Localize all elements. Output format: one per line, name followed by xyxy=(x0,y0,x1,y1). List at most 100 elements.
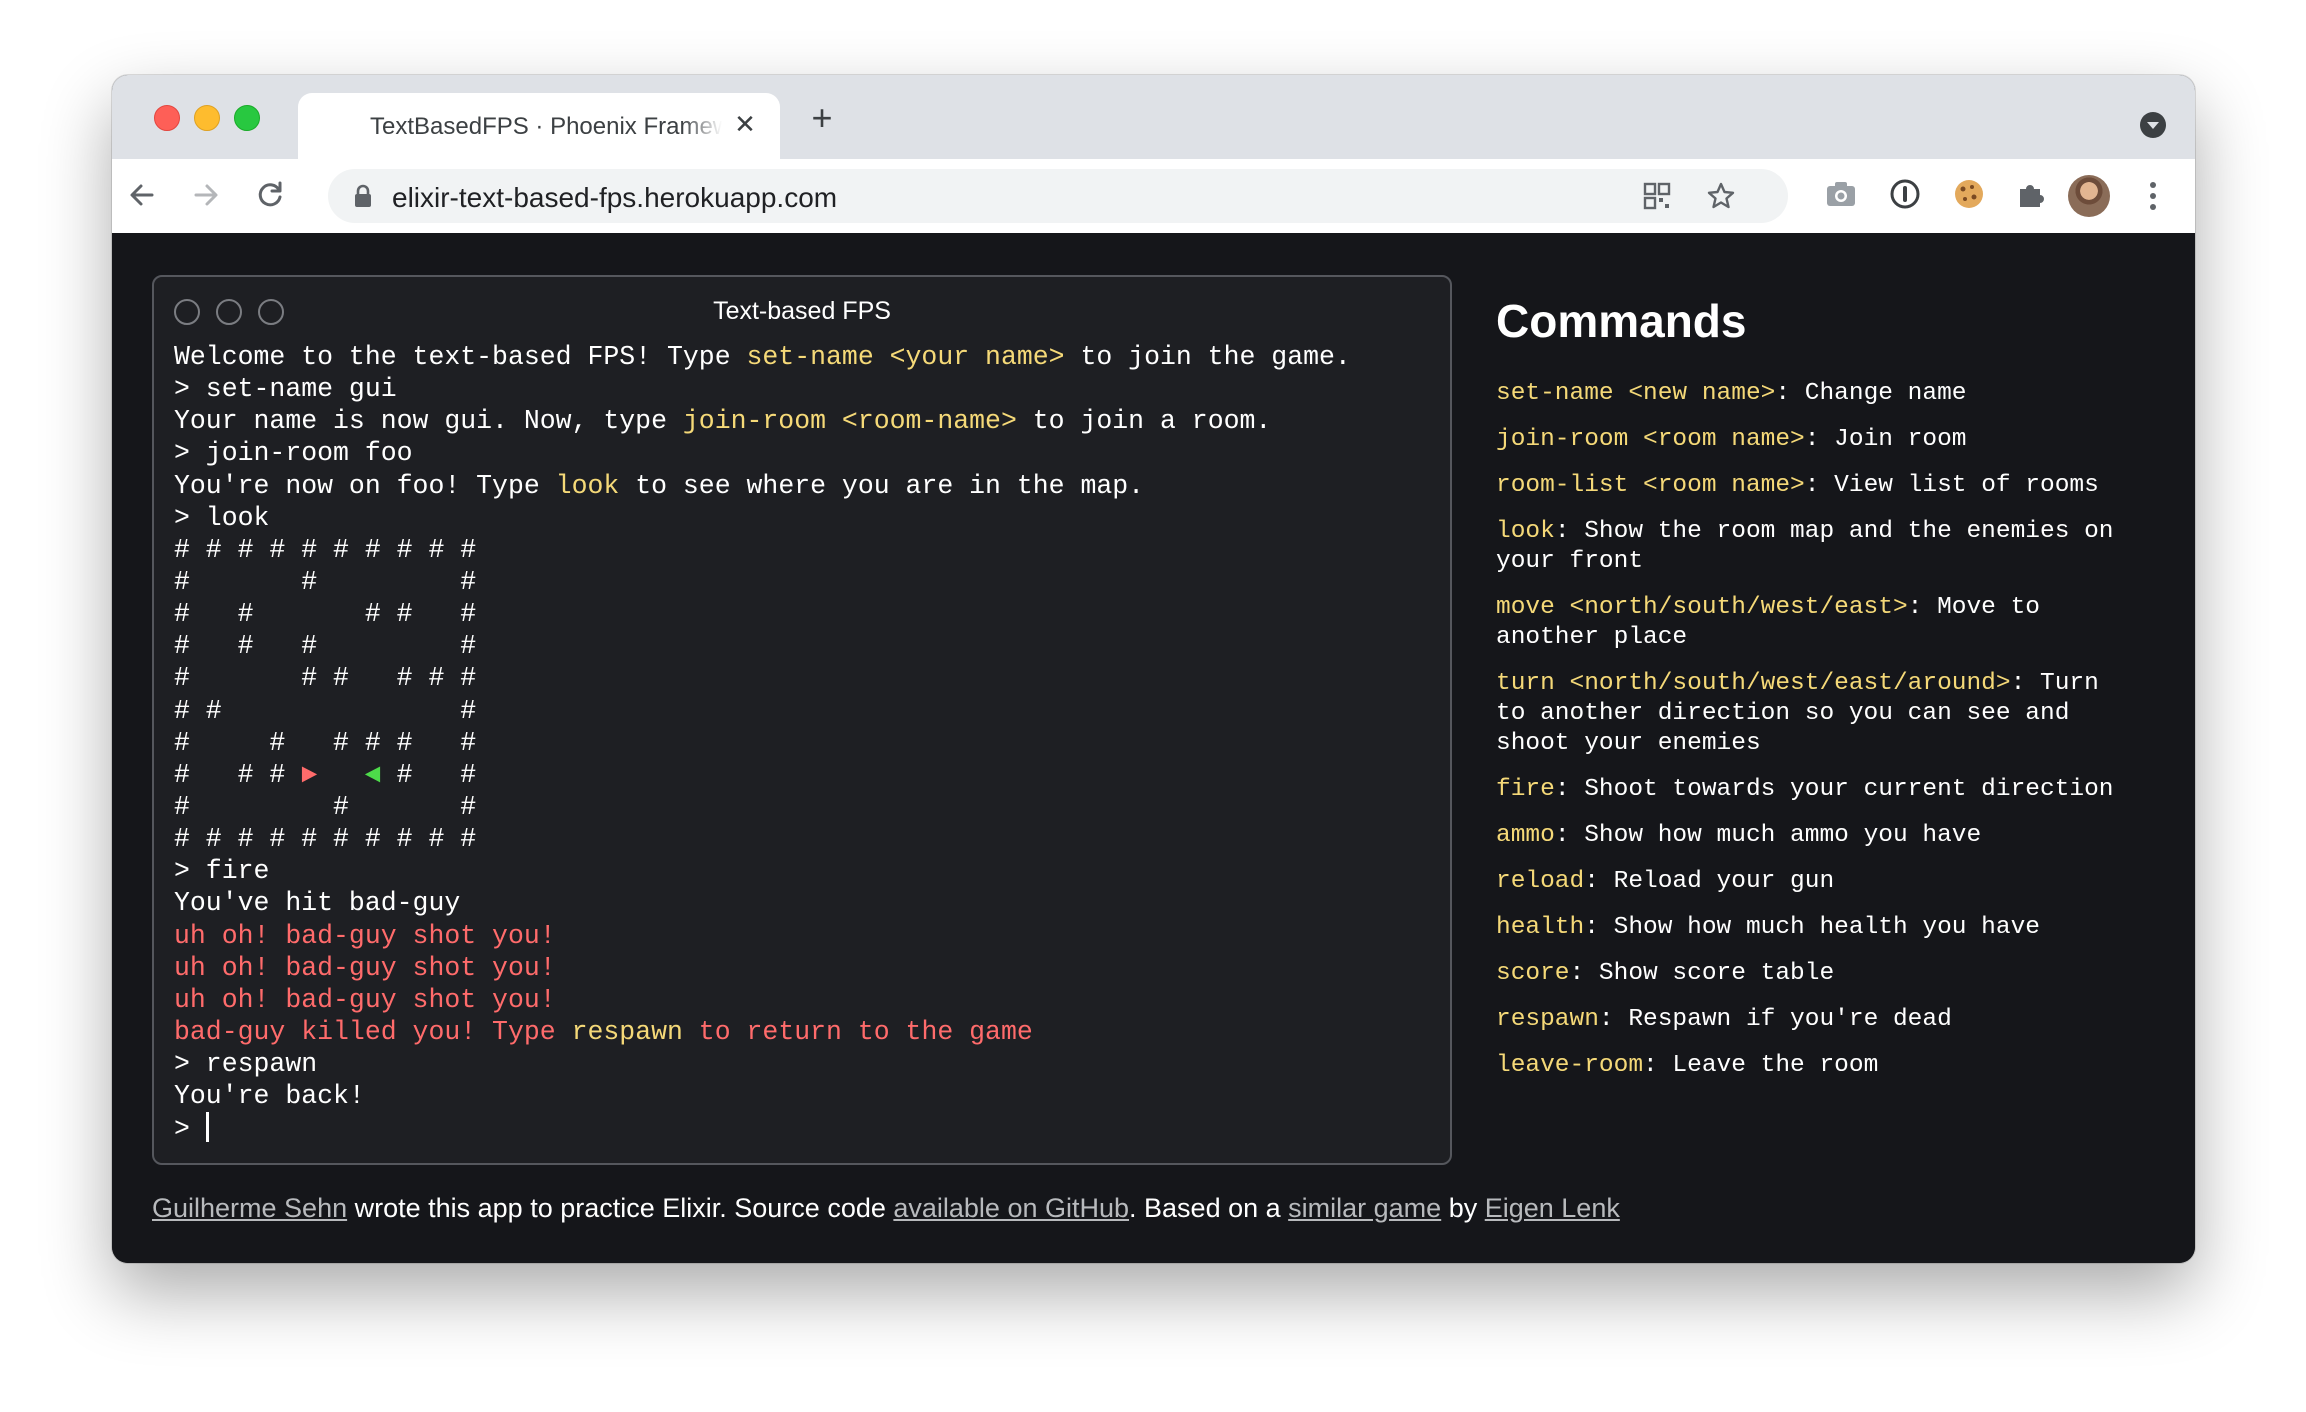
terminal-line: You've hit bad-guy xyxy=(174,887,1434,919)
terminal-line: > respawn xyxy=(174,1048,1434,1080)
terminal-text: > look xyxy=(174,502,270,533)
command-name: respawn xyxy=(1496,1006,1599,1033)
command-name: ammo xyxy=(1496,822,1555,849)
command-name: room-list <room name> xyxy=(1496,472,1805,499)
password-manager-icon[interactable] xyxy=(1888,177,1922,211)
tab-close-icon[interactable]: ✕ xyxy=(730,109,760,139)
reload-icon[interactable] xyxy=(252,177,288,213)
terminal-text: # # # # xyxy=(174,631,477,662)
footer-text-3: by xyxy=(1441,1193,1485,1223)
tab-bar: TextBasedFPS · Phoenix Framework ✕ + xyxy=(112,75,2195,159)
similar-game-link[interactable]: similar game xyxy=(1288,1193,1441,1223)
command-name: fire xyxy=(1496,776,1555,803)
terminal-line: # # # # # # # # # # xyxy=(174,534,1434,566)
terminal-text: > respawn xyxy=(174,1049,318,1080)
terminal-line: uh oh! bad-guy shot you! xyxy=(174,920,1434,952)
terminal-text: # # xyxy=(380,759,477,790)
text-cursor[interactable] xyxy=(205,1112,209,1143)
browser-toolbar: elixir-text-based-fps.herokuapp.com xyxy=(112,159,2195,234)
command-name: score xyxy=(1496,960,1570,987)
commands-panel: Commands set-name <new name>: Change nam… xyxy=(1496,293,2136,1097)
eigen-lenk-link[interactable]: Eigen Lenk xyxy=(1485,1193,1620,1223)
page-content: Text-based FPS Welcome to the text-based… xyxy=(112,233,2195,1263)
terminal-text: # # # # # # xyxy=(174,663,477,694)
command-description: : Reload your gun xyxy=(1584,868,1835,895)
command-item: health: Show how much health you have xyxy=(1496,913,2136,943)
close-window-button[interactable] xyxy=(154,105,180,131)
star-icon[interactable] xyxy=(1706,181,1736,211)
camera-icon[interactable] xyxy=(1824,177,1858,211)
terminal-line: bad-guy killed you! Type respawn to retu… xyxy=(174,1016,1434,1048)
terminal-line: uh oh! bad-guy shot you! xyxy=(174,952,1434,984)
terminal-line: # # # # xyxy=(174,630,1434,662)
minimize-window-button[interactable] xyxy=(194,105,220,131)
url-text[interactable]: elixir-text-based-fps.herokuapp.com xyxy=(392,182,837,214)
command-item: ammo: Show how much ammo you have xyxy=(1496,821,2136,851)
arrow-right-icon[interactable] xyxy=(188,177,224,213)
command-name: join-room <room name> xyxy=(1496,426,1805,453)
terminal-line: > fire xyxy=(174,855,1434,887)
cookie-icon[interactable] xyxy=(1952,177,1986,211)
command-description: : Show how much ammo you have xyxy=(1554,822,1982,849)
terminal-text: # # # xyxy=(174,759,302,790)
commands-heading: Commands xyxy=(1496,295,1747,347)
terminal-text: You've hit bad-guy xyxy=(174,888,461,919)
command-item: leave-room: Leave the room xyxy=(1496,1051,2136,1081)
terminal-text: to join a room. xyxy=(1016,406,1272,437)
github-link[interactable]: available on GitHub xyxy=(893,1193,1129,1223)
arrow-left-icon[interactable] xyxy=(124,177,160,213)
tab-title: TextBasedFPS · Phoenix Framework xyxy=(370,113,722,140)
terminal-text: Your name is now gui. Now, type xyxy=(174,406,683,437)
new-tab-button[interactable]: + xyxy=(804,100,840,137)
terminal-line: > set-name gui xyxy=(174,373,1434,405)
terminal-text: uh oh! bad-guy shot you! xyxy=(174,920,556,951)
terminal-text: # # # # # xyxy=(174,599,477,630)
terminal-line: > look xyxy=(174,502,1434,534)
command-item: score: Show score table xyxy=(1496,959,2136,989)
kebab-menu-icon[interactable] xyxy=(2148,179,2158,213)
game-terminal[interactable]: Text-based FPS Welcome to the text-based… xyxy=(152,275,1452,1165)
terminal-line: # # # ► ◄ # # xyxy=(174,759,1434,791)
terminal-text: set-name <your name> xyxy=(746,342,1065,372)
terminal-text: look xyxy=(555,470,620,501)
command-name: turn <north/south/west/east/around> xyxy=(1496,670,2011,697)
terminal-text: join-room <room-name> xyxy=(682,406,1017,437)
puzzle-icon[interactable] xyxy=(2014,177,2048,211)
command-name: leave-room xyxy=(1496,1052,1644,1079)
terminal-text: > set-name gui xyxy=(174,374,397,405)
command-item: set-name <new name>: Change name xyxy=(1496,379,2136,409)
command-description: : Show how much health you have xyxy=(1584,914,2040,941)
terminal-text: # # # # # # xyxy=(174,727,477,758)
terminal-line: # # # xyxy=(174,695,1434,727)
lock-icon[interactable] xyxy=(352,184,374,208)
avatar[interactable] xyxy=(2068,175,2110,217)
footer-text-2: . Based on a xyxy=(1129,1193,1289,1223)
terminal-text: # # # xyxy=(174,566,477,597)
command-description: : Change name xyxy=(1775,380,1967,407)
terminal-text: to return to the game xyxy=(682,1016,1033,1047)
terminal-text: bad-guy killed you! Type xyxy=(174,1016,572,1047)
tab-search-icon[interactable] xyxy=(2139,111,2167,139)
terminal-line: You're back! xyxy=(174,1080,1434,1112)
command-description: : Respawn if you're dead xyxy=(1598,1006,1952,1033)
command-item: move <north/south/west/east>: Move to an… xyxy=(1496,593,2136,653)
terminal-output: Welcome to the text-based FPS! Type set-… xyxy=(174,341,1434,1145)
command-item: join-room <room name>: Join room xyxy=(1496,425,2136,455)
terminal-text: to see where you are in the map. xyxy=(619,470,1145,501)
address-bar[interactable]: elixir-text-based-fps.herokuapp.com xyxy=(328,169,1788,223)
command-prompt[interactable]: > xyxy=(174,1112,1434,1144)
prompt-symbol: > xyxy=(174,1114,206,1145)
terminal-text: uh oh! bad-guy shot you! xyxy=(174,984,556,1015)
command-name: set-name <new name> xyxy=(1496,380,1776,407)
footer: Guilherme Sehn wrote this app to practic… xyxy=(152,1193,1620,1224)
qr-code-icon[interactable] xyxy=(1642,181,1672,211)
command-name: move <north/south/west/east> xyxy=(1496,594,1908,621)
terminal-text: > fire xyxy=(174,856,270,887)
terminal-line: Your name is now gui. Now, type join-roo… xyxy=(174,405,1434,437)
terminal-text: to join the game. xyxy=(1064,342,1351,372)
terminal-text: Welcome to the text-based FPS! Type xyxy=(174,342,747,372)
maximize-window-button[interactable] xyxy=(234,105,260,131)
command-description: : Leave the room xyxy=(1643,1052,1879,1079)
browser-tab[interactable]: TextBasedFPS · Phoenix Framework ✕ xyxy=(298,93,780,159)
author-link[interactable]: Guilherme Sehn xyxy=(152,1193,347,1223)
